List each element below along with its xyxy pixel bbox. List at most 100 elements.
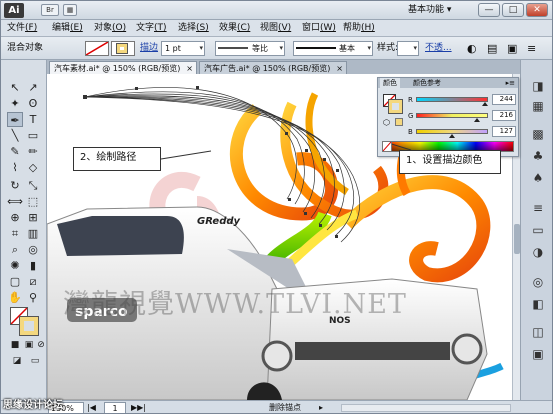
red-value-field[interactable]: 244 — [492, 94, 516, 105]
green-value-field[interactable]: 216 — [492, 110, 516, 121]
symbols-icon[interactable]: ♠ — [529, 170, 547, 186]
none-swatch-icon — [382, 141, 392, 152]
chevron-down-icon: ▾ — [413, 44, 417, 52]
chevron-down-icon: ▾ — [279, 44, 283, 52]
menu-effect[interactable]: 效果(C) — [219, 22, 250, 35]
blend-tool-icon[interactable]: ◎ — [25, 242, 41, 257]
gradient-tool-icon[interactable]: ▥ — [25, 226, 41, 241]
menu-select[interactable]: 选择(S) — [178, 22, 209, 35]
appearance-icon[interactable]: ◎ — [529, 274, 547, 290]
slider-green-thumb[interactable] — [473, 118, 480, 122]
pen-tool-icon[interactable]: ✒ — [7, 112, 23, 127]
mesh-tool-icon[interactable]: ⌗ — [7, 226, 23, 241]
graphic-styles-icon[interactable]: ◧ — [529, 296, 547, 312]
hand-tool-icon[interactable]: ✋ — [7, 290, 23, 305]
color-guide-icon[interactable]: ▦ — [529, 98, 547, 114]
blue-value-field[interactable]: 127 — [492, 126, 516, 137]
lasso-tool-icon[interactable]: ʘ — [25, 96, 41, 111]
illustrator-window: Ai Br ▦ 基本功能 ▾ — □ ✕ 文件(F) 编辑(E) 对象(O) 文… — [0, 0, 553, 414]
align-icon[interactable]: ▤ — [487, 41, 497, 56]
closest-web-color-icon[interactable] — [395, 118, 403, 126]
tab-color[interactable]: 颜色 — [380, 78, 400, 88]
direct-selection-tool-icon[interactable]: ↗ — [25, 80, 41, 95]
menu-window[interactable]: 窗口(W) — [302, 22, 336, 35]
menu-window-label: 窗口 — [302, 23, 321, 33]
magic-wand-tool-icon[interactable]: ✦ — [7, 96, 23, 111]
paintbrush-tool-icon[interactable]: ✎ — [7, 144, 23, 159]
none-color-chip[interactable] — [382, 141, 392, 152]
rotate-tool-icon[interactable]: ↻ — [7, 178, 23, 193]
tab-color-guide[interactable]: 颜色参考 — [410, 78, 444, 88]
draw-mode-icon[interactable]: ◪ — [9, 354, 25, 369]
menu-help[interactable]: 帮助(H) — [343, 22, 375, 35]
stroke-panel-icon[interactable]: ≡ — [529, 200, 547, 216]
line-tool-icon[interactable]: ╲ — [7, 128, 23, 143]
stroke-color-box[interactable] — [388, 99, 403, 114]
scale-tool-icon[interactable]: ⤡ — [25, 178, 41, 193]
workspace-switcher[interactable]: 基本功能 ▾ — [408, 3, 466, 18]
eyedropper-tool-icon[interactable]: ⌕ — [7, 242, 23, 257]
pencil-tool-icon[interactable]: ✏ — [25, 144, 41, 159]
stroke-panel-link[interactable]: 描边 — [140, 41, 158, 56]
transform-icon[interactable]: ▣ — [507, 41, 517, 56]
perspective-grid-tool-icon[interactable]: ⊞ — [25, 210, 41, 225]
status-menu-icon[interactable]: ▸ — [319, 402, 323, 413]
stroke-swatch[interactable] — [111, 41, 135, 56]
color-panel-icon[interactable]: ◨ — [529, 78, 547, 94]
slider-red[interactable] — [416, 97, 488, 102]
shape-builder-tool-icon[interactable]: ⊕ — [7, 210, 23, 225]
layers-icon[interactable]: ◫ — [529, 324, 547, 340]
menu-object-label: 对象 — [94, 23, 113, 33]
menu-file[interactable]: 文件(F) — [7, 22, 37, 35]
menu-select-hotkey: (S) — [196, 23, 209, 33]
eraser-tool-icon[interactable]: ◇ — [25, 160, 41, 175]
recolor-artwork-icon[interactable]: ◐ — [467, 41, 477, 56]
slider-green-label: G — [408, 112, 414, 120]
menu-edit[interactable]: 编辑(E) — [52, 22, 83, 35]
column-graph-tool-icon[interactable]: ▮ — [25, 258, 41, 273]
next-page-icon[interactable]: ▶▶| — [131, 402, 146, 413]
menu-file-label: 文件 — [7, 23, 26, 33]
tab-car-ad[interactable]: 汽车广告.ai* @ 150% (RGB/预览) × — [199, 61, 347, 74]
swatches-icon[interactable]: ▩ — [529, 126, 547, 142]
slider-red-thumb[interactable] — [481, 102, 488, 106]
rectangle-tool-icon[interactable]: ▭ — [25, 128, 41, 143]
screen-mode-icon[interactable]: ▭ — [27, 354, 43, 369]
panel-menu-icon[interactable]: ≡ — [527, 41, 536, 56]
type-tool-icon[interactable]: T — [25, 112, 41, 127]
blob-brush-tool-icon[interactable]: ⌇ — [7, 160, 23, 175]
free-transform-tool-icon[interactable]: ⬚ — [25, 194, 41, 209]
transparency-icon[interactable]: ◑ — [529, 244, 547, 260]
close-button[interactable]: ✕ — [526, 3, 548, 17]
minimize-button[interactable]: — — [478, 3, 500, 17]
gradient-panel-icon[interactable]: ▭ — [529, 222, 547, 238]
tools-panel: ↖ ↗ ✦ ʘ ✒ T ╲ ▭ ✎ ✏ ⌇ ◇ ↻ ⤡ ⟺ ⬚ ⊕ ⊞ ⌗ ▥ … — [1, 60, 47, 400]
brushes-icon[interactable]: ♣ — [529, 148, 547, 164]
menu-type[interactable]: 文字(T) — [136, 22, 167, 35]
width-tool-icon[interactable]: ⟺ — [7, 194, 23, 209]
stroke-proxy[interactable] — [19, 316, 39, 336]
maximize-button[interactable]: □ — [502, 3, 524, 17]
symbol-sprayer-tool-icon[interactable]: ✺ — [7, 258, 23, 273]
variable-width-profile[interactable]: 等比 ▾ — [215, 41, 285, 56]
graphic-style-picker[interactable]: ▾ — [397, 41, 419, 56]
slice-tool-icon[interactable]: ⧄ — [25, 274, 41, 289]
bridge-icon[interactable]: Br — [41, 4, 59, 16]
tab-car-material[interactable]: 汽车素材.ai* @ 150% (RGB/预览) × — [49, 61, 197, 74]
zoom-tool-icon[interactable]: ⚲ — [25, 290, 41, 305]
slider-blue-thumb[interactable] — [448, 134, 455, 138]
arrange-documents-icon[interactable]: ▦ — [63, 4, 77, 16]
fill-swatch[interactable] — [85, 41, 109, 56]
menu-view[interactable]: 视图(V) — [260, 22, 291, 35]
artboard-tool-icon[interactable]: ▢ — [7, 274, 23, 289]
panel-menu-icon[interactable]: ▸≡ — [506, 78, 515, 88]
menu-object[interactable]: 对象(O) — [94, 22, 126, 35]
opacity-link[interactable]: 不透... — [425, 41, 452, 56]
out-of-gamut-icon[interactable]: ⬡ — [383, 118, 390, 127]
selection-tool-icon[interactable]: ↖ — [7, 80, 23, 95]
artboards-icon[interactable]: ▣ — [529, 346, 547, 362]
horizontal-scrollbar[interactable] — [341, 404, 511, 412]
menu-help-label: 帮助 — [343, 23, 362, 33]
stroke-weight-field[interactable]: 1 pt ▾ — [161, 41, 205, 56]
brush-definition[interactable]: 基本 ▾ — [293, 41, 373, 56]
